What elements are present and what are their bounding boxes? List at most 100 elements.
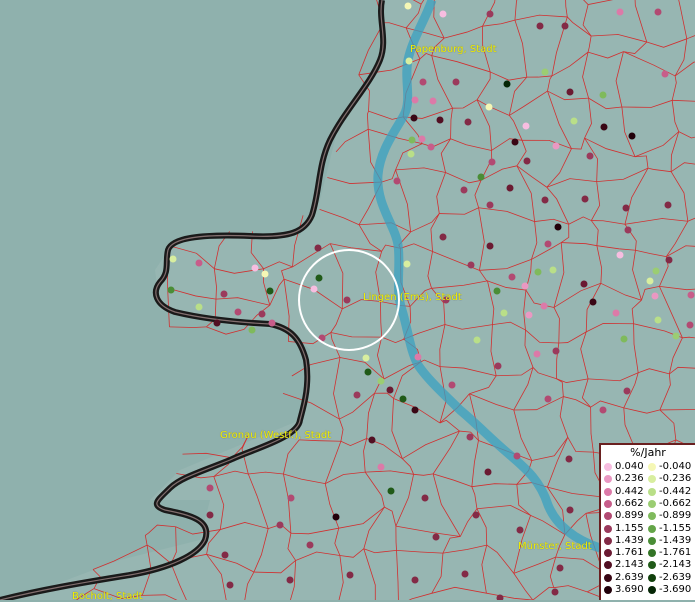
station-marker[interactable]: [495, 363, 502, 370]
station-marker[interactable]: [404, 261, 411, 268]
station-marker[interactable]: [655, 9, 662, 16]
station-marker[interactable]: [534, 351, 541, 358]
station-marker[interactable]: [600, 407, 607, 414]
station-marker[interactable]: [517, 527, 524, 534]
station-marker[interactable]: [406, 58, 413, 65]
station-marker[interactable]: [465, 119, 472, 126]
station-marker[interactable]: [567, 89, 574, 96]
station-marker[interactable]: [440, 11, 447, 18]
station-marker[interactable]: [467, 434, 474, 441]
station-marker[interactable]: [567, 507, 574, 514]
station-marker[interactable]: [537, 23, 544, 30]
station-marker[interactable]: [221, 291, 228, 298]
station-marker[interactable]: [419, 136, 426, 143]
station-marker[interactable]: [688, 292, 695, 299]
station-marker[interactable]: [553, 348, 560, 355]
station-marker[interactable]: [550, 267, 557, 274]
station-marker[interactable]: [412, 577, 419, 584]
station-marker[interactable]: [462, 571, 469, 578]
station-marker[interactable]: [415, 354, 422, 361]
station-marker[interactable]: [453, 79, 460, 86]
station-marker[interactable]: [387, 387, 394, 394]
station-marker[interactable]: [422, 495, 429, 502]
station-marker[interactable]: [277, 522, 284, 529]
station-marker[interactable]: [461, 187, 468, 194]
station-marker[interactable]: [655, 317, 662, 324]
station-marker[interactable]: [571, 118, 578, 125]
station-marker[interactable]: [478, 174, 485, 181]
station-marker[interactable]: [522, 283, 529, 290]
station-marker[interactable]: [501, 310, 508, 317]
station-marker[interactable]: [555, 224, 562, 231]
station-marker[interactable]: [437, 117, 444, 124]
station-marker[interactable]: [378, 464, 385, 471]
station-marker[interactable]: [405, 3, 412, 10]
station-marker[interactable]: [474, 337, 481, 344]
station-marker[interactable]: [653, 268, 660, 275]
map-canvas[interactable]: [0, 0, 695, 600]
station-marker[interactable]: [288, 495, 295, 502]
station-marker[interactable]: [526, 312, 533, 319]
station-marker[interactable]: [420, 79, 427, 86]
station-marker[interactable]: [400, 396, 407, 403]
station-marker[interactable]: [494, 288, 501, 295]
station-marker[interactable]: [485, 469, 492, 476]
station-marker[interactable]: [552, 589, 559, 596]
station-marker[interactable]: [259, 311, 266, 318]
station-marker[interactable]: [235, 309, 242, 316]
station-marker[interactable]: [600, 92, 607, 99]
station-marker[interactable]: [623, 205, 630, 212]
station-marker[interactable]: [652, 293, 659, 300]
station-marker[interactable]: [687, 322, 694, 329]
station-marker[interactable]: [207, 485, 214, 492]
station-marker[interactable]: [541, 303, 548, 310]
station-marker[interactable]: [347, 572, 354, 579]
station-marker[interactable]: [363, 355, 370, 362]
station-marker[interactable]: [333, 514, 340, 521]
station-marker[interactable]: [673, 333, 680, 340]
station-marker[interactable]: [249, 327, 256, 334]
station-marker[interactable]: [590, 299, 597, 306]
station-marker[interactable]: [449, 382, 456, 389]
station-marker[interactable]: [535, 269, 542, 276]
station-marker[interactable]: [227, 582, 234, 589]
station-marker[interactable]: [512, 139, 519, 146]
station-marker[interactable]: [489, 159, 496, 166]
station-marker[interactable]: [601, 124, 608, 131]
station-marker[interactable]: [587, 153, 594, 160]
station-marker[interactable]: [440, 234, 447, 241]
station-marker[interactable]: [621, 336, 628, 343]
station-marker[interactable]: [562, 23, 569, 30]
station-marker[interactable]: [487, 243, 494, 250]
station-marker[interactable]: [433, 534, 440, 541]
station-marker[interactable]: [168, 287, 175, 294]
station-marker[interactable]: [486, 104, 493, 111]
station-marker[interactable]: [468, 262, 475, 269]
station-marker[interactable]: [408, 151, 415, 158]
station-marker[interactable]: [411, 115, 418, 122]
station-marker[interactable]: [214, 320, 221, 327]
station-marker[interactable]: [409, 137, 416, 144]
station-marker[interactable]: [487, 202, 494, 209]
station-marker[interactable]: [487, 11, 494, 18]
station-marker[interactable]: [354, 392, 361, 399]
station-marker[interactable]: [365, 369, 372, 376]
station-marker[interactable]: [553, 143, 560, 150]
station-marker[interactable]: [504, 81, 511, 88]
station-marker[interactable]: [473, 512, 480, 519]
station-marker[interactable]: [344, 297, 351, 304]
station-marker[interactable]: [287, 577, 294, 584]
station-marker[interactable]: [428, 144, 435, 151]
station-marker[interactable]: [624, 388, 631, 395]
station-marker[interactable]: [222, 552, 229, 559]
station-marker[interactable]: [629, 133, 636, 140]
station-marker[interactable]: [542, 197, 549, 204]
station-marker[interactable]: [542, 69, 549, 76]
station-marker[interactable]: [207, 512, 214, 519]
station-marker[interactable]: [394, 178, 401, 185]
station-marker[interactable]: [647, 278, 654, 285]
station-marker[interactable]: [388, 488, 395, 495]
station-marker[interactable]: [412, 407, 419, 414]
station-marker[interactable]: [545, 396, 552, 403]
station-marker[interactable]: [524, 158, 531, 165]
